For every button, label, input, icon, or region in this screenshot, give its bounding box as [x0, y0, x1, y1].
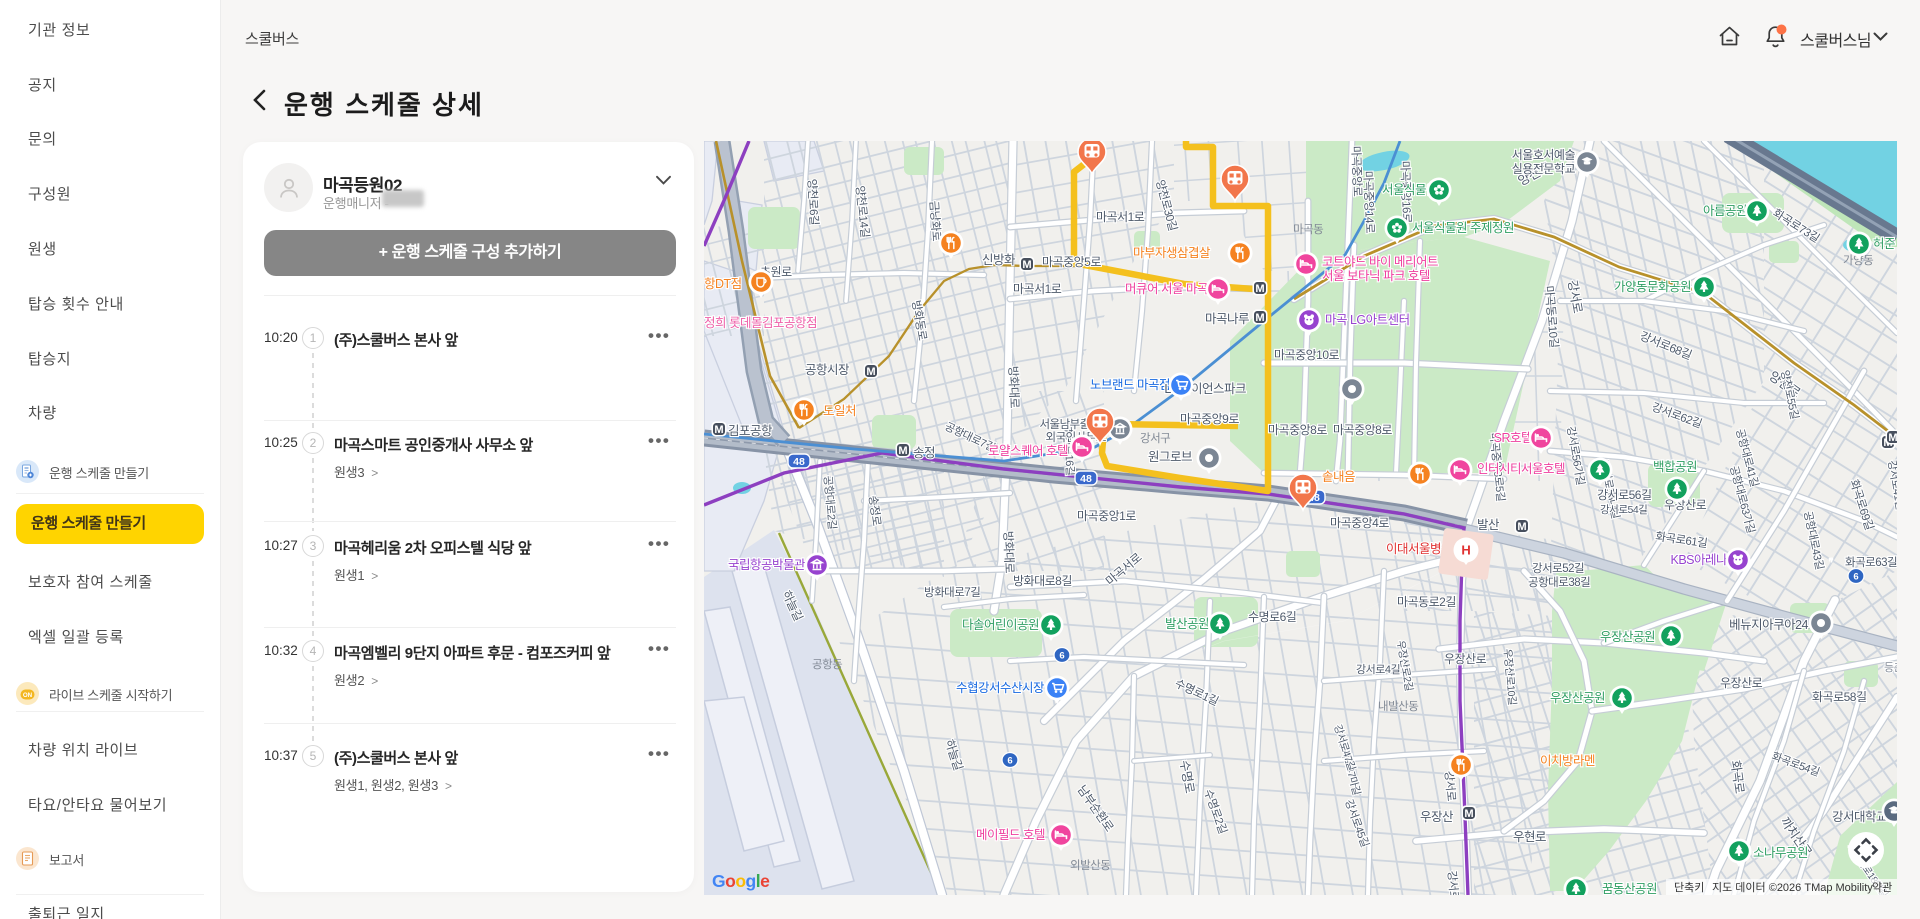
svg-text:코트야드 바이 메리어트: 코트야드 바이 메리어트 — [1322, 255, 1438, 269]
svg-text:서울 보타닉 파크 호텔: 서울 보타닉 파크 호텔 — [1322, 269, 1430, 283]
svg-text:우장산공원: 우장산공원 — [1600, 630, 1655, 644]
svg-text:방화대로8길: 방화대로8길 — [1013, 574, 1072, 588]
svg-text:서울식물원 주제정원: 서울식물원 주제정원 — [1412, 221, 1514, 235]
svg-text:로얄스퀘어 호텔: 로얄스퀘어 호텔 — [988, 443, 1068, 458]
svg-text:마곡동: 마곡동 — [1293, 223, 1323, 236]
svg-text:방화대로: 방화대로 — [1001, 531, 1016, 574]
svg-text:단축키: 단축키 — [1674, 881, 1704, 894]
svg-text:실용전문학교: 실용전문학교 — [1512, 162, 1576, 176]
svg-text:백합공원: 백합공원 — [1653, 460, 1697, 474]
svg-text:M: M — [1255, 283, 1264, 295]
svg-text:가양동문화공원: 가양동문화공원 — [1614, 280, 1691, 294]
svg-text:방화대로: 방화대로 — [1006, 366, 1021, 409]
svg-text:M: M — [898, 445, 907, 457]
svg-text:공항시장: 공항시장 — [805, 363, 850, 377]
svg-text:베뉴지아쿠아24: 베뉴지아쿠아24 — [1729, 618, 1808, 632]
svg-text:등촌동: 등촌동 — [1884, 661, 1897, 674]
svg-text:마부자생삼겹살: 마부자생삼겹살 — [1133, 246, 1211, 260]
svg-text:정희 롯데몰김포공항점: 정희 롯데몰김포공항점 — [704, 316, 817, 330]
svg-text:강서로54길: 강서로54길 — [1600, 503, 1647, 516]
svg-text:6: 6 — [1853, 571, 1858, 582]
svg-text:우장산공원: 우장산공원 — [1550, 691, 1605, 705]
svg-text:다솔어린이공원: 다솔어린이공원 — [962, 618, 1039, 632]
svg-text:강서로56길: 강서로56길 — [1597, 488, 1652, 502]
svg-text:마곡중앙9로: 마곡중앙9로 — [1180, 412, 1239, 426]
svg-text:마곡중앙4로: 마곡중앙4로 — [1330, 516, 1389, 530]
svg-text:메이필드 호텔: 메이필드 호텔 — [976, 828, 1045, 842]
svg-text:강서구: 강서구 — [1140, 432, 1170, 445]
svg-text:ON: ON — [23, 692, 33, 699]
svg-text:우장산로: 우장산로 — [1444, 652, 1487, 666]
svg-text:지도 데이터 ©2026 TMap Mobility: 지도 데이터 ©2026 TMap Mobility — [1712, 881, 1873, 894]
svg-text:약관: 약관 — [1872, 880, 1892, 894]
svg-text:M: M — [714, 424, 723, 436]
svg-text:강서로4길: 강서로4길 — [1356, 663, 1400, 676]
svg-text:원그로브: 원그로브 — [1148, 450, 1192, 464]
svg-text:외발산동: 외발산동 — [1070, 859, 1110, 872]
svg-text:강서대학교: 강서대학교 — [1832, 810, 1887, 824]
svg-text:48: 48 — [793, 456, 805, 468]
svg-text:머큐어 서울 마곡: 머큐어 서울 마곡 — [1125, 282, 1208, 296]
svg-text:공항동: 공항동 — [812, 658, 842, 671]
svg-text:마곡중앙8로: 마곡중앙8로 — [1333, 423, 1392, 437]
svg-text:마곡중앙8로: 마곡중앙8로 — [1268, 423, 1327, 437]
svg-text:Google: Google — [712, 871, 770, 891]
svg-text:우현로: 우현로 — [1513, 830, 1546, 844]
svg-text:마곡서1로: 마곡서1로 — [1013, 282, 1062, 296]
svg-text:마곡서1로: 마곡서1로 — [1096, 210, 1145, 224]
svg-text:화곡로63길: 화곡로63길 — [1845, 556, 1897, 569]
svg-text:마곡중앙1로: 마곡중앙1로 — [1077, 509, 1136, 523]
svg-text:H: H — [1461, 543, 1470, 558]
svg-text:M: M — [1464, 808, 1473, 820]
svg-text:수협강서수산시장: 수협강서수산시장 — [956, 681, 1045, 695]
svg-text:M: M — [1255, 312, 1264, 324]
svg-text:송정: 송정 — [913, 446, 935, 460]
svg-text:신방화: 신방화 — [982, 253, 1016, 267]
svg-text:6: 6 — [1059, 650, 1064, 661]
svg-text:인터시티서울호텔: 인터시티서울호텔 — [1477, 462, 1565, 476]
svg-text:마곡중앙14로: 마곡중앙14로 — [1361, 171, 1376, 234]
svg-text:서울호서예술: 서울호서예술 — [1512, 148, 1576, 162]
svg-text:허준: 허준 — [1873, 237, 1895, 251]
svg-text:KBS아레나: KBS아레나 — [1670, 553, 1728, 567]
svg-text:48: 48 — [1080, 473, 1092, 485]
svg-text:우장산로: 우장산로 — [1720, 676, 1763, 690]
svg-text:M: M — [1517, 521, 1526, 533]
svg-text:국립항공박물관: 국립항공박물관 — [728, 558, 806, 572]
svg-text:6: 6 — [1007, 755, 1012, 766]
svg-text:공항대로38길: 공항대로38길 — [1528, 576, 1590, 589]
svg-text:우장산로: 우장산로 — [1664, 498, 1707, 512]
svg-text:항DT점: 항DT점 — [704, 277, 742, 291]
svg-text:수명로6길: 수명로6길 — [1248, 610, 1296, 624]
svg-text:마곡 LG아트센터: 마곡 LG아트센터 — [1325, 313, 1410, 327]
svg-text:마곡중앙5로: 마곡중앙5로 — [1042, 255, 1101, 269]
svg-text:SR호텔: SR호텔 — [1494, 431, 1532, 445]
svg-text:내발산동: 내발산동 — [1378, 700, 1418, 713]
svg-text:발산: 발산 — [1477, 518, 1500, 532]
svg-text:M: M — [1888, 432, 1897, 444]
svg-text:아름공원: 아름공원 — [1703, 204, 1747, 218]
svg-text:M: M — [866, 366, 875, 378]
svg-text:김포공항: 김포공항 — [728, 424, 773, 438]
svg-text:이치방라멘: 이치방라멘 — [1540, 754, 1595, 768]
svg-text:노브랜드 마곡점: 노브랜드 마곡점 — [1090, 378, 1170, 392]
svg-text:M: M — [1022, 259, 1031, 271]
svg-text:마곡나루: 마곡나루 — [1205, 312, 1249, 326]
svg-text:화곡로58길: 화곡로58길 — [1812, 690, 1867, 704]
svg-text:꿈동산공원: 꿈동산공원 — [1602, 882, 1657, 895]
svg-text:도일처: 도일처 — [823, 404, 856, 418]
svg-text:강서로: 강서로 — [1445, 870, 1461, 895]
svg-text:마곡동로2길: 마곡동로2길 — [1397, 595, 1456, 609]
svg-text:마곡중앙10로: 마곡중앙10로 — [1274, 348, 1340, 362]
svg-text:소나무공원: 소나무공원 — [1753, 846, 1808, 860]
svg-text:발산공원: 발산공원 — [1165, 617, 1209, 631]
svg-text:우장산: 우장산 — [1420, 810, 1454, 824]
svg-text:강서로52길: 강서로52길 — [1532, 562, 1584, 575]
svg-text:방화대로7길: 방화대로7길 — [924, 586, 980, 599]
svg-text:솥내음: 솥내음 — [1322, 470, 1355, 484]
